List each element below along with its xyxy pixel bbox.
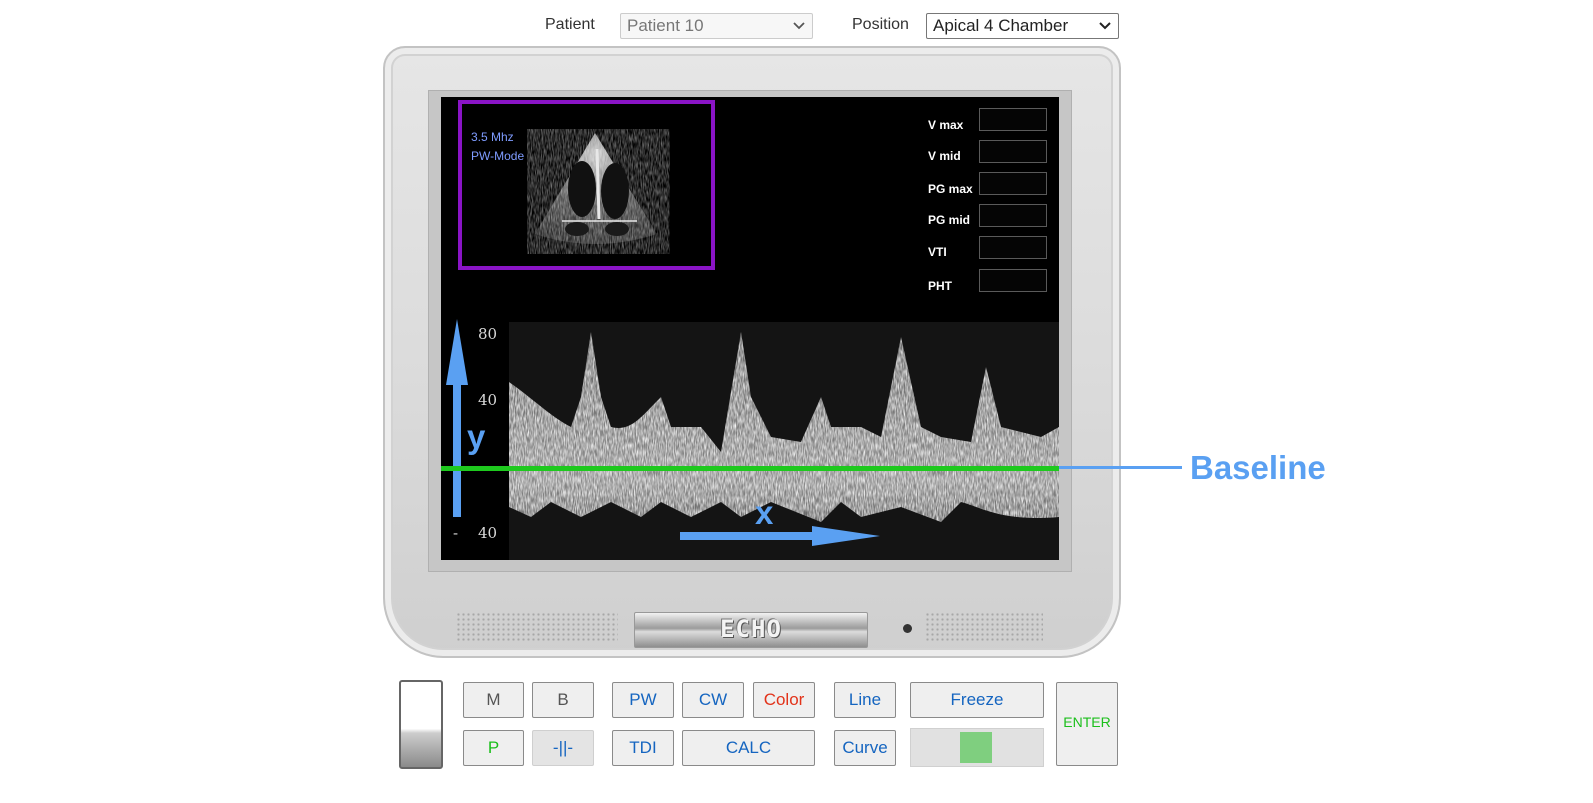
y-axis-label: y bbox=[467, 418, 486, 455]
baseline-label: Baseline bbox=[1190, 449, 1326, 486]
x-axis-label: x bbox=[755, 494, 774, 531]
y-axis-arrow bbox=[446, 319, 468, 517]
power-toggle-switch[interactable] bbox=[399, 680, 443, 769]
speaker-grille-right bbox=[925, 612, 1043, 642]
b-mode-button[interactable]: B bbox=[532, 682, 594, 718]
separator-button[interactable]: -||- bbox=[532, 730, 594, 766]
cw-mode-button[interactable]: CW bbox=[682, 682, 744, 718]
x-axis-arrow bbox=[680, 526, 880, 546]
echo-logo-badge: ECHO bbox=[634, 612, 868, 648]
m-mode-button[interactable]: M bbox=[463, 682, 524, 718]
curve-button[interactable]: Curve bbox=[834, 730, 896, 766]
power-led bbox=[903, 624, 912, 633]
tdi-button[interactable]: TDI bbox=[612, 730, 674, 766]
enter-button[interactable]: ENTER bbox=[1056, 682, 1118, 766]
pw-mode-button[interactable]: PW bbox=[612, 682, 674, 718]
calc-button[interactable]: CALC bbox=[682, 730, 815, 766]
baseline-line[interactable] bbox=[441, 466, 1059, 471]
freeze-indicator-led bbox=[960, 732, 992, 763]
line-button[interactable]: Line bbox=[834, 682, 896, 718]
speaker-grille-left bbox=[456, 612, 618, 642]
freeze-button[interactable]: Freeze bbox=[910, 682, 1044, 718]
color-mode-button[interactable]: Color bbox=[753, 682, 815, 718]
echo-logo: ECHO bbox=[720, 615, 782, 643]
baseline-pointer-line bbox=[1059, 466, 1182, 469]
p-button[interactable]: P bbox=[463, 730, 524, 766]
